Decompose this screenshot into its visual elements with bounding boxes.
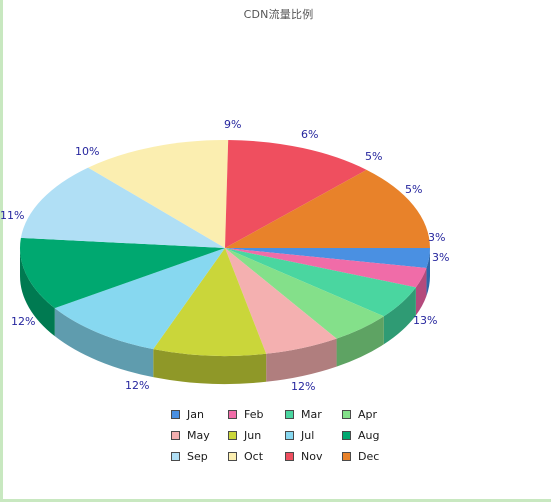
legend-swatch-icon [342, 452, 351, 461]
pie-value-label: 5% [405, 183, 423, 196]
pie-value-label: 13% [413, 314, 438, 327]
legend-swatch-icon [342, 431, 351, 440]
legend-item-jul[interactable]: Jul [285, 429, 342, 442]
legend-item-label: Jun [244, 429, 262, 442]
legend-item-label: Sep [187, 450, 208, 463]
pie-top-faces [19, 140, 430, 356]
legend-swatch-icon [285, 431, 294, 440]
legend-item-dec[interactable]: Dec [342, 450, 399, 463]
legend-swatch-icon [285, 410, 294, 419]
legend-item-label: May [187, 429, 210, 442]
legend-item-sep[interactable]: Sep [171, 450, 228, 463]
legend-item-jan[interactable]: Jan [171, 408, 228, 421]
pie-chart: 3% 3% 5% 5% 6% 9% 10% 11% 12% 12% 12% 13% [0, 0, 551, 400]
legend-swatch-icon [228, 452, 237, 461]
legend-item-label: Jul [301, 429, 315, 442]
legend-item-aug[interactable]: Aug [342, 429, 399, 442]
chart-container: CDN流量比例 3% 3% 5% 5% 6% 9% 10% 11% 12% 12% 12% 13% J… [0, 0, 551, 502]
legend-swatch-icon [285, 452, 294, 461]
legend-item-apr[interactable]: Apr [342, 408, 399, 421]
legend-item-jun[interactable]: Jun [228, 429, 285, 442]
legend-swatch-icon [228, 410, 237, 419]
pie-value-label: 6% [301, 128, 319, 141]
legend-item-label: Jan [187, 408, 204, 421]
legend-item-label: Feb [244, 408, 264, 421]
pie-value-label: 12% [125, 379, 150, 392]
legend-swatch-icon [171, 431, 180, 440]
legend-swatch-icon [171, 410, 180, 419]
legend-item-feb[interactable]: Feb [228, 408, 285, 421]
pie-value-label: 10% [75, 145, 100, 158]
pie-value-label: 3% [428, 231, 446, 244]
legend-item-oct[interactable]: Oct [228, 450, 285, 463]
pie-value-label: 3% [432, 251, 450, 264]
chart-legend: Jan Feb Mar Apr May Jun Jul Aug Sep Oct Nov Dec [171, 404, 401, 467]
legend-item-label: Apr [358, 408, 378, 421]
pie-svg [19, 140, 430, 384]
legend-item-label: Mar [301, 408, 322, 421]
legend-swatch-icon [342, 410, 351, 419]
legend-swatch-icon [228, 431, 237, 440]
legend-item-mar[interactable]: Mar [285, 408, 342, 421]
legend-item-label: Aug [358, 429, 380, 442]
pie-value-label: 12% [291, 380, 316, 393]
legend-row: May Jun Jul Aug [171, 425, 401, 446]
pie-value-label: 9% [224, 118, 242, 131]
legend-item-nov[interactable]: Nov [285, 450, 342, 463]
legend-row: Sep Oct Nov Dec [171, 446, 401, 467]
legend-swatch-icon [171, 452, 180, 461]
legend-row: Jan Feb Mar Apr [171, 404, 401, 425]
legend-item-label: Dec [358, 450, 380, 463]
legend-item-may[interactable]: May [171, 429, 228, 442]
pie-value-label: 11% [0, 209, 25, 222]
pie-value-label: 5% [365, 150, 383, 163]
legend-item-label: Oct [244, 450, 264, 463]
legend-item-label: Nov [301, 450, 323, 463]
pie-value-label: 12% [11, 315, 36, 328]
